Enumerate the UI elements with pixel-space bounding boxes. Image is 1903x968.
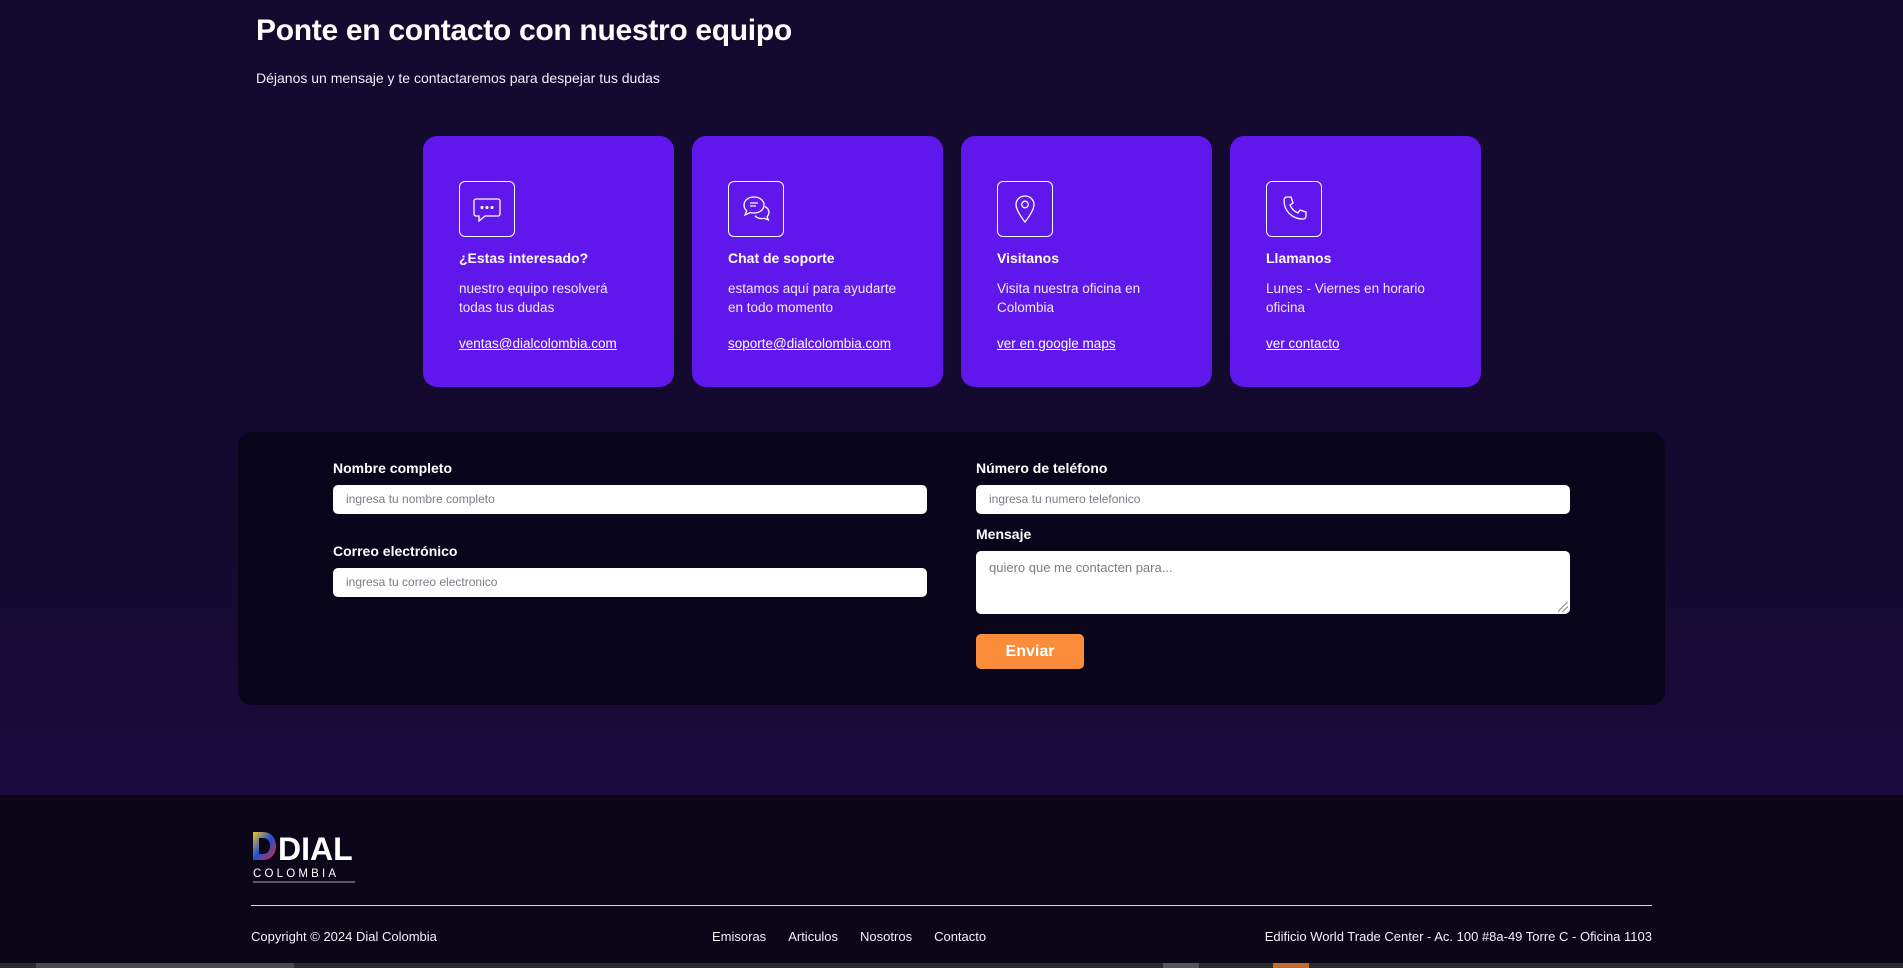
footer-link-contacto[interactable]: Contacto bbox=[934, 929, 986, 944]
taskbar-item[interactable] bbox=[36, 963, 294, 968]
phone-field: Número de teléfono ingresa tu numero tel… bbox=[976, 460, 1570, 514]
page-title: Ponte en contacto con nuestro equipo bbox=[256, 14, 792, 47]
sales-email-link[interactable]: ventas@dialcolombia.com bbox=[459, 336, 617, 351]
footer-divider bbox=[251, 905, 1652, 906]
card-text: estamos aquí para ayudarte en todo momen… bbox=[728, 281, 897, 315]
message-placeholder: quiero que me contacten para... bbox=[989, 560, 1173, 575]
card-text: Lunes - Viernes en horario oficina bbox=[1266, 281, 1425, 315]
support-chat-icon bbox=[728, 181, 784, 237]
svg-text:COLOMBIA: COLOMBIA bbox=[253, 868, 339, 880]
chat-bubble-icon bbox=[459, 181, 515, 237]
office-address: Edificio World Trade Center - Ac. 100 #8… bbox=[1264, 929, 1652, 944]
name-field: Nombre completo ingresa tu nombre comple… bbox=[333, 460, 927, 514]
support-email-link[interactable]: soporte@dialcolombia.com bbox=[728, 336, 891, 351]
phone-icon bbox=[1266, 181, 1322, 237]
card-title: Visitanos bbox=[997, 250, 1059, 266]
map-pin-icon bbox=[997, 181, 1053, 237]
phone-label: Número de teléfono bbox=[976, 460, 1108, 476]
taskbar-item[interactable] bbox=[1273, 963, 1309, 968]
email-label: Correo electrónico bbox=[333, 543, 458, 559]
card-text: nuestro equipo resolverá todas tus dudas bbox=[459, 281, 608, 315]
name-label: Nombre completo bbox=[333, 460, 453, 476]
card-title: Llamanos bbox=[1266, 250, 1332, 266]
contact-card-visit: Visitanos Visita nuestra oficina en Colo… bbox=[961, 136, 1212, 387]
contact-cards: ¿Estas interesado? nuestro equipo resolv… bbox=[423, 136, 1481, 387]
contact-card-call: Llamanos Lunes - Viernes en horario ofic… bbox=[1230, 136, 1481, 387]
footer-nav: Emisoras Articulos Nosotros Contacto bbox=[712, 929, 986, 944]
footer-link-emisoras[interactable]: Emisoras bbox=[712, 929, 766, 944]
submit-button[interactable]: Enviar bbox=[976, 634, 1084, 669]
taskbar-item[interactable] bbox=[1163, 963, 1199, 968]
google-maps-link[interactable]: ver en google maps bbox=[997, 336, 1116, 351]
contact-link[interactable]: ver contacto bbox=[1266, 336, 1340, 351]
email-input[interactable]: ingresa tu correo electronico bbox=[333, 568, 927, 597]
taskbar-strip bbox=[0, 963, 1903, 968]
copyright-text: Copyright © 2024 Dial Colombia bbox=[251, 929, 437, 944]
contact-card-support: Chat de soporte estamos aquí para ayudar… bbox=[692, 136, 943, 387]
resize-handle-icon[interactable] bbox=[1558, 602, 1568, 612]
contact-hero: Ponte en contacto con nuestro equipo Déj… bbox=[256, 12, 792, 86]
message-field: Mensaje quiero que me contacten para... bbox=[976, 526, 1570, 614]
message-label: Mensaje bbox=[976, 526, 1032, 542]
page-subtitle: Déjanos un mensaje y te contactaremos pa… bbox=[256, 70, 660, 86]
message-textarea[interactable]: quiero que me contacten para... bbox=[976, 551, 1570, 614]
dial-colombia-logo[interactable]: DIAL COLOMBIA bbox=[251, 827, 361, 887]
contact-card-sales: ¿Estas interesado? nuestro equipo resolv… bbox=[423, 136, 674, 387]
card-title: Chat de soporte bbox=[728, 250, 835, 266]
footer-link-articulos[interactable]: Articulos bbox=[788, 929, 838, 944]
svg-text:DIAL: DIAL bbox=[278, 831, 353, 867]
card-title: ¿Estas interesado? bbox=[459, 250, 589, 266]
site-footer: DIAL COLOMBIA Copyright © 2024 Dial Colo… bbox=[0, 795, 1903, 968]
name-input[interactable]: ingresa tu nombre completo bbox=[333, 485, 927, 514]
contact-form: Nombre completo ingresa tu nombre comple… bbox=[238, 432, 1665, 705]
footer-link-nosotros[interactable]: Nosotros bbox=[860, 929, 912, 944]
email-field: Correo electrónico ingresa tu correo ele… bbox=[333, 543, 927, 597]
phone-input[interactable]: ingresa tu numero telefonico bbox=[976, 485, 1570, 514]
card-text: Visita nuestra oficina en Colombia bbox=[997, 281, 1141, 315]
